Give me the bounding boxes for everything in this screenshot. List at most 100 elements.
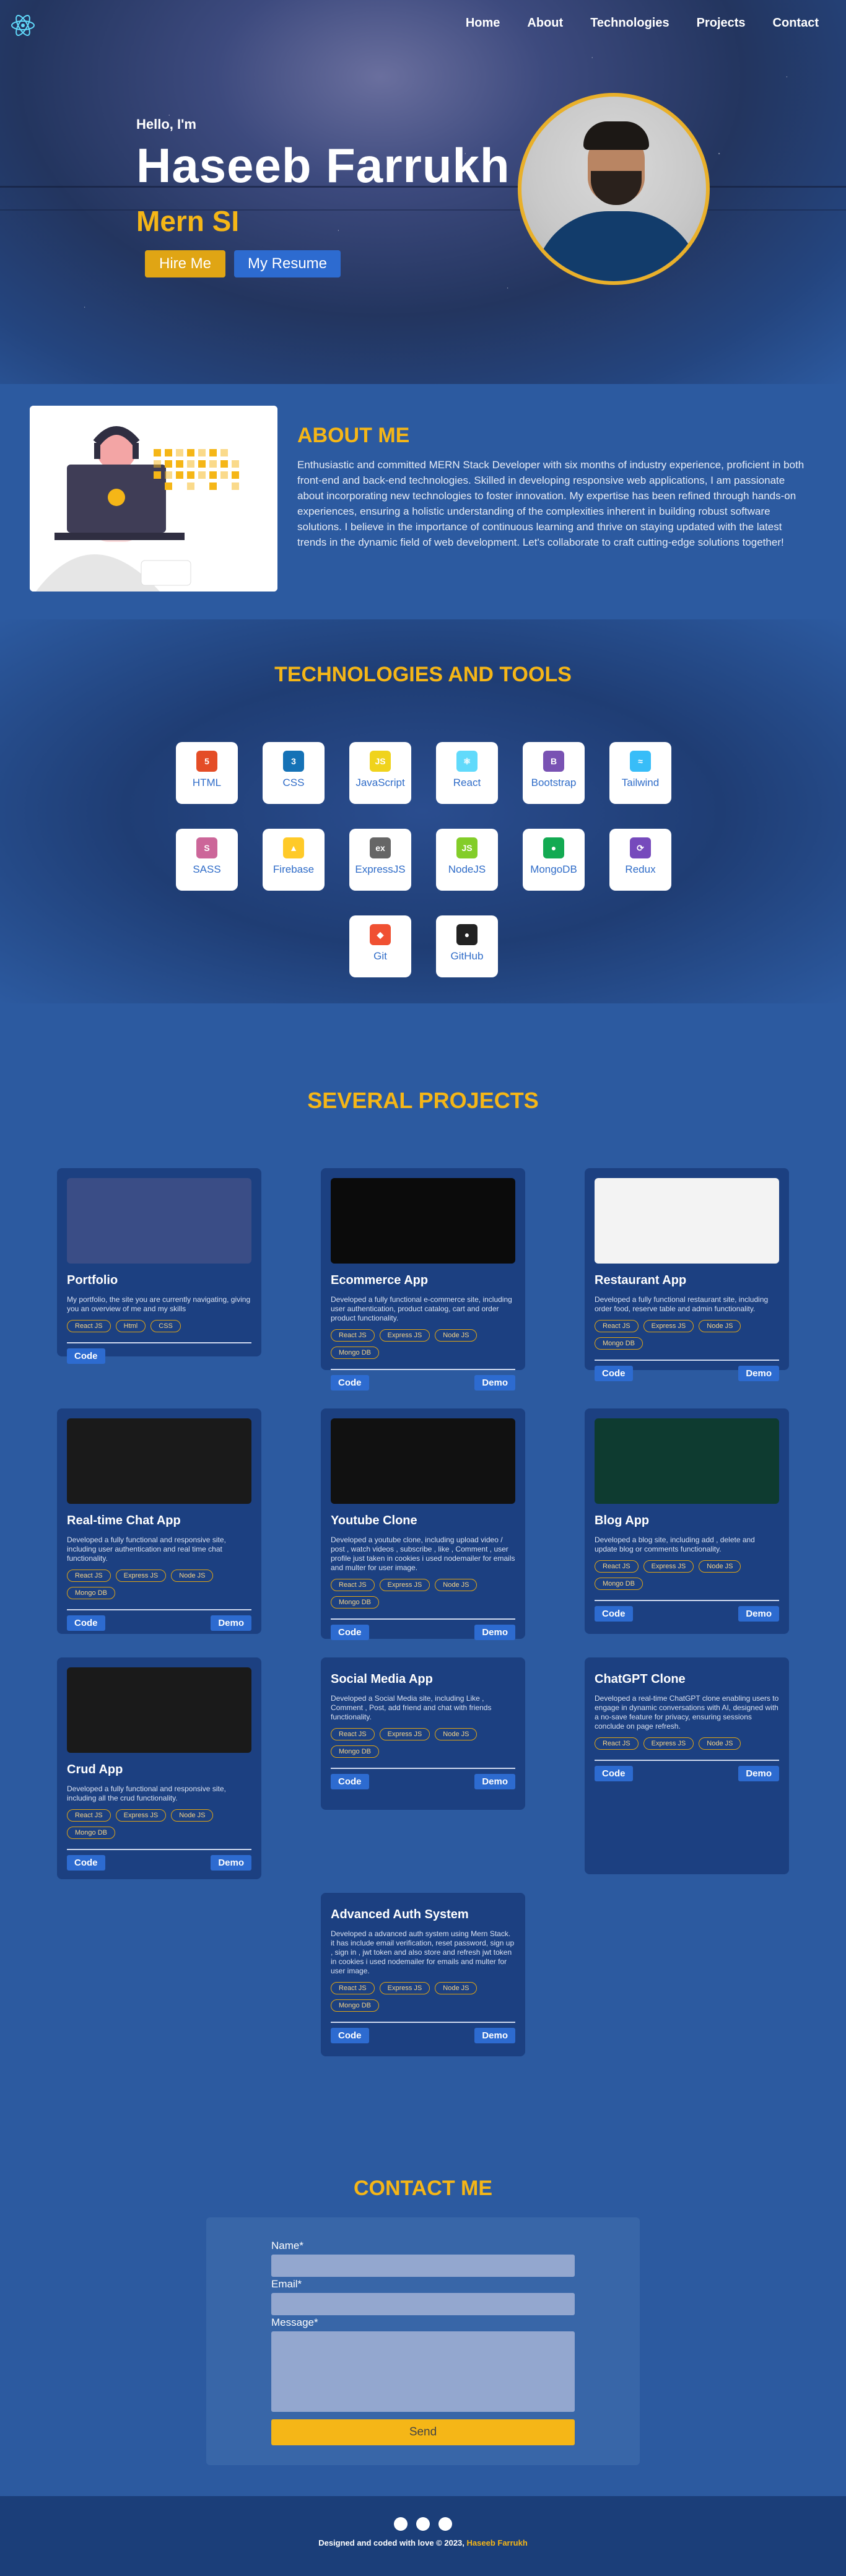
social-icon[interactable] xyxy=(438,2517,452,2531)
tech-card-github: ● GitHub xyxy=(436,915,498,977)
project-actions: Code xyxy=(67,1348,251,1364)
tech-card-redux: ⟳ Redux xyxy=(609,829,671,891)
project-actions: Code Demo xyxy=(331,1375,515,1391)
tech-tag: Node JS xyxy=(699,1560,741,1573)
social-icon[interactable] xyxy=(416,2517,430,2531)
footer xyxy=(0,2496,846,2576)
demo-button[interactable]: Demo xyxy=(738,1366,779,1381)
tech-tag: React JS xyxy=(595,1737,639,1750)
demo-button[interactable]: Demo xyxy=(474,1774,515,1789)
demo-button[interactable]: Demo xyxy=(474,1625,515,1640)
resume-button[interactable]: My Resume xyxy=(234,250,341,277)
demo-button[interactable]: Demo xyxy=(211,1615,251,1631)
project-screenshot xyxy=(331,1178,515,1264)
project-actions: Code Demo xyxy=(331,1774,515,1789)
message-field[interactable] xyxy=(271,2331,575,2412)
tech-tag: Mongo DB xyxy=(67,1827,115,1839)
tech-tag: React JS xyxy=(67,1570,111,1582)
project-title: Social Media App xyxy=(331,1672,433,1686)
divider xyxy=(67,1342,251,1343)
tech-label: CSS xyxy=(282,777,305,788)
code-button[interactable]: Code xyxy=(67,1348,105,1364)
tech-tag: Mongo DB xyxy=(331,1596,379,1609)
tech-tag: Mongo DB xyxy=(331,1745,379,1758)
tech-tag: Mongo DB xyxy=(331,1347,379,1359)
name-field[interactable] xyxy=(271,2255,575,2277)
divider xyxy=(595,1600,779,1601)
tech-card-react: ⚛ React xyxy=(436,742,498,804)
tech-card-nodejs: JS NodeJS xyxy=(436,829,498,891)
demo-button[interactable]: Demo xyxy=(474,1375,515,1391)
nav-technologies[interactable]: Technologies xyxy=(590,16,669,30)
code-button[interactable]: Code xyxy=(331,1375,369,1391)
tech-tag: Node JS xyxy=(699,1737,741,1750)
nav-menu: Home About Technologies Projects Contact xyxy=(438,16,819,30)
project-actions: Code Demo xyxy=(331,1625,515,1640)
code-button[interactable]: Code xyxy=(595,1606,633,1622)
code-button[interactable]: Code xyxy=(595,1366,633,1381)
project-card: Social Media App Developed a Social Media… xyxy=(321,1657,525,1810)
social-icon[interactable] xyxy=(394,2517,408,2531)
tech-card-sass: S SASS xyxy=(176,829,238,891)
tech-tag: Express JS xyxy=(379,1982,430,1994)
nav-about[interactable]: About xyxy=(527,16,563,30)
project-tags: React JS Express JS Node JS Mongo DB xyxy=(331,1579,515,1609)
tech-card-git: ◆ Git xyxy=(349,915,411,977)
tech-card-firebase: ▲ Firebase xyxy=(263,829,325,891)
project-actions: Code Demo xyxy=(595,1606,779,1622)
project-tags: React JS Express JS Node JS Mongo DB xyxy=(67,1570,251,1599)
avatar-body xyxy=(534,211,701,281)
send-button[interactable]: Send xyxy=(271,2419,575,2445)
project-card: Real-time Chat App Developed a fully func… xyxy=(57,1408,261,1634)
project-tags: React JS Express JS Node JS Mongo DB xyxy=(331,1982,515,2012)
demo-button[interactable]: Demo xyxy=(738,1606,779,1622)
tech-tag: Express JS xyxy=(643,1560,694,1573)
nav-projects[interactable]: Projects xyxy=(697,16,746,30)
footer-text: Designed and coded with love © 2023, Has… xyxy=(0,2538,846,2548)
tech-card-css: 3 CSS xyxy=(263,742,325,804)
profile-avatar xyxy=(518,93,710,285)
code-button[interactable]: Code xyxy=(67,1855,105,1871)
hire-me-button[interactable]: Hire Me xyxy=(145,250,225,277)
nav-contact[interactable]: Contact xyxy=(773,16,819,30)
code-button[interactable]: Code xyxy=(331,1625,369,1640)
tech-title: TECHNOLOGIES AND TOOLS xyxy=(274,663,572,686)
tech-card-expressjs: ex ExpressJS xyxy=(349,829,411,891)
developer-illustration xyxy=(30,406,277,592)
react-logo-icon[interactable] xyxy=(10,12,36,38)
project-screenshot xyxy=(331,1418,515,1504)
divider xyxy=(331,1369,515,1370)
tech-tag: Node JS xyxy=(435,1982,478,1994)
tech-tag: Express JS xyxy=(379,1579,430,1591)
tech-label: Firebase xyxy=(273,863,315,875)
code-button[interactable]: Code xyxy=(331,2028,369,2043)
divider xyxy=(67,1849,251,1850)
demo-button[interactable]: Demo xyxy=(738,1766,779,1781)
project-card: ChatGPT Clone Developed a real-time ChatG… xyxy=(585,1657,789,1874)
tech-tag: Mongo DB xyxy=(67,1587,115,1599)
demo-button[interactable]: Demo xyxy=(474,2028,515,2043)
project-title: Ecommerce App xyxy=(331,1273,429,1287)
tech-label: NodeJS xyxy=(448,863,486,875)
tech-label: ExpressJS xyxy=(355,863,406,875)
code-button[interactable]: Code xyxy=(595,1766,633,1781)
code-button[interactable]: Code xyxy=(67,1615,105,1631)
project-screenshot xyxy=(67,1667,251,1753)
project-tags: React JS Express JS Node JS Mongo DB xyxy=(595,1320,779,1350)
project-card: Blog App Developed a blog site, including… xyxy=(585,1408,789,1634)
project-description: Developed a fully functional and respons… xyxy=(67,1784,226,1802)
tailwind-icon: ≈ xyxy=(630,751,651,772)
tech-tag: CSS xyxy=(150,1320,181,1332)
email-field[interactable] xyxy=(271,2293,575,2315)
nav-home[interactable]: Home xyxy=(466,16,500,30)
project-title: Blog App xyxy=(595,1514,650,1527)
tech-tag: Express JS xyxy=(115,1809,167,1822)
tech-tag: React JS xyxy=(331,1329,375,1342)
code-button[interactable]: Code xyxy=(331,1774,369,1789)
tech-tag: Node JS xyxy=(435,1728,478,1740)
demo-button[interactable]: Demo xyxy=(211,1855,251,1871)
tech-tag: Html xyxy=(115,1320,146,1332)
project-actions: Code Demo xyxy=(67,1615,251,1631)
tech-tag: React JS xyxy=(67,1809,111,1822)
project-actions: Code Demo xyxy=(595,1766,779,1781)
